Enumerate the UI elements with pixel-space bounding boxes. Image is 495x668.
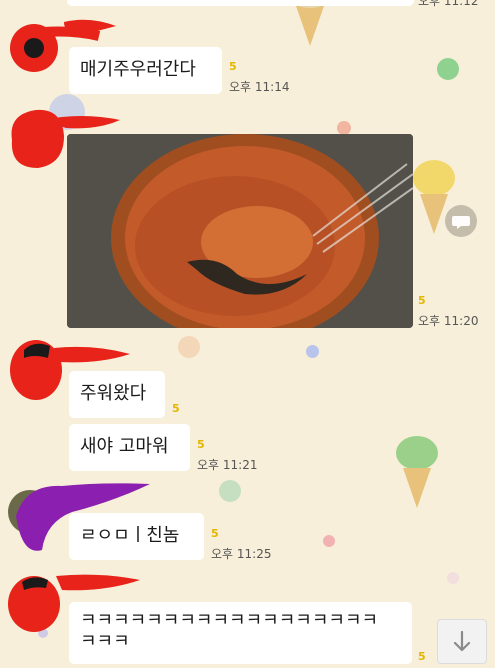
ice-cream-decoration: [420, 194, 448, 234]
message-text: 매기주우러간다: [80, 59, 196, 80]
unread-count: 5: [418, 294, 426, 307]
unread-count: 5: [229, 60, 237, 73]
message-time: 오후 11:20: [418, 314, 479, 328]
share-chat-icon: [452, 216, 470, 229]
message-time: 오후 11:21: [197, 458, 258, 472]
message-text: ㄹㅇㅁㅣ친놈: [80, 525, 180, 546]
bg-dot: [306, 345, 319, 358]
ice-cream-decoration: [296, 6, 324, 46]
photo-content: [67, 134, 413, 328]
unread-count: 5: [172, 402, 180, 415]
message-bubble[interactable]: ㄹㅇㅁㅣ친놈: [69, 513, 204, 560]
ice-cream-decoration: [403, 468, 431, 508]
ice-cream-decoration: [413, 160, 455, 196]
message-bubble[interactable]: 매기주우러간다: [69, 47, 222, 94]
ice-cream-decoration: [396, 436, 438, 470]
partial-message-bubble[interactable]: [67, 0, 414, 6]
message-text-line: ㅋㅋㅋ: [80, 631, 130, 652]
bg-dot: [337, 121, 351, 135]
message-photo[interactable]: [67, 134, 413, 328]
arrow-down-icon: [453, 630, 471, 652]
message-text-line: ㅋㅋㅋㅋㅋㅋㅋㅋㅋㅋㅋㅋㅋㅋㅋㅋㅋㅋ: [80, 610, 379, 631]
message-time: 오후 11:12: [418, 0, 479, 8]
bg-dot: [178, 336, 200, 358]
unread-count: 5: [418, 650, 426, 663]
unread-count: 5: [197, 438, 205, 451]
message-bubble[interactable]: ㅋㅋㅋㅋㅋㅋㅋㅋㅋㅋㅋㅋㅋㅋㅋㅋㅋㅋ ㅋㅋㅋ: [69, 602, 412, 664]
bg-dot: [447, 572, 459, 584]
bg-dot: [437, 58, 459, 80]
message-time: 오후 11:14: [229, 80, 290, 94]
scroll-to-bottom-button[interactable]: [437, 619, 487, 664]
bg-dot: [323, 535, 335, 547]
unread-count: 5: [211, 527, 219, 540]
message-text: 새야 고마워: [80, 436, 169, 457]
share-message-button[interactable]: [445, 205, 477, 237]
bg-dot: [219, 480, 241, 502]
message-time: 오후 11:25: [211, 547, 272, 561]
message-bubble[interactable]: 주워왔다: [69, 371, 165, 418]
message-text: 주워왔다: [80, 383, 147, 404]
message-bubble[interactable]: 새야 고마워: [69, 424, 190, 471]
